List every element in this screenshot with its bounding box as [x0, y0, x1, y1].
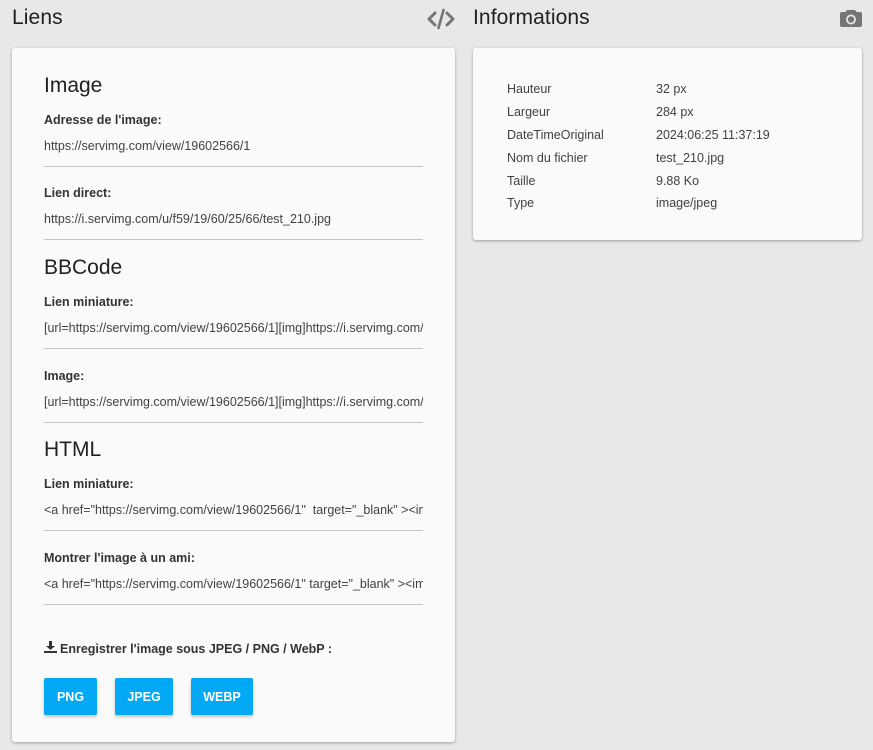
bbcode-thumbnail-label: Lien miniature: [44, 295, 134, 309]
info-row: Type image/jpeg [507, 192, 770, 215]
info-key: Nom du fichier [507, 150, 588, 165]
bbcode-image-label: Image: [44, 369, 85, 383]
download-icon [44, 641, 57, 656]
info-value: 284 px [656, 105, 694, 120]
direct-link-label: Lien direct: [44, 186, 112, 200]
info-row: Nom du fichier test_210.jpg [507, 146, 770, 169]
html-share-field[interactable] [44, 575, 423, 605]
info-table: Hauteur 32 px Largeur 284 px DateTimeOri… [507, 78, 770, 215]
info-card: Hauteur 32 px Largeur 284 px DateTimeOri… [473, 48, 862, 240]
section-title-bbcode: BBCode [44, 256, 123, 279]
info-panel: Informations Hauteur 32 px Largeur 284 p… [473, 0, 862, 240]
info-row: Hauteur 32 px [507, 78, 770, 101]
links-panel-header: Liens [12, 0, 455, 48]
info-value: 32 px [656, 82, 687, 97]
info-key: DateTimeOriginal [507, 127, 604, 142]
section-title-html: HTML [44, 438, 102, 461]
bbcode-thumbnail-field[interactable] [44, 319, 423, 349]
info-row: Largeur 284 px [507, 101, 770, 124]
format-buttons: PNG JPEG WEBP [44, 678, 253, 715]
section-title-image: Image [44, 74, 103, 97]
camera-icon[interactable] [840, 8, 862, 33]
info-value: test_210.jpg [656, 150, 725, 165]
info-key: Hauteur [507, 82, 552, 97]
png-button[interactable]: PNG [44, 678, 97, 715]
webp-button[interactable]: WEBP [191, 678, 253, 715]
image-address-field[interactable] [44, 137, 423, 167]
info-value: 9.88 Ko [656, 173, 700, 188]
info-panel-header: Informations [473, 0, 862, 48]
links-panel-title: Liens [12, 6, 63, 29]
direct-link-field[interactable] [44, 210, 423, 240]
info-value: image/jpeg [656, 196, 718, 211]
code-icon[interactable] [427, 8, 455, 35]
info-row: DateTimeOriginal 2024:06:25 11:37:19 [507, 124, 770, 147]
links-card: Image Adresse de l'image: Lien direct: B… [12, 48, 455, 742]
html-share-label: Montrer l'image à un ami: [44, 551, 195, 565]
links-panel: Liens Image Adresse de l'image: Lien dir… [12, 0, 455, 742]
image-address-label: Adresse de l'image: [44, 113, 162, 127]
html-thumbnail-label: Lien miniature: [44, 477, 134, 491]
save-as-text: Enregistrer l'image sous JPEG / PNG / We… [60, 641, 333, 656]
info-panel-title: Informations [473, 6, 590, 29]
info-row: Taille 9.88 Ko [507, 169, 770, 192]
info-key: Taille [507, 173, 536, 188]
html-thumbnail-field[interactable] [44, 501, 423, 531]
info-key: Largeur [507, 105, 551, 120]
jpeg-button[interactable]: JPEG [115, 678, 173, 715]
info-value: 2024:06:25 11:37:19 [656, 127, 770, 142]
bbcode-image-field[interactable] [44, 393, 423, 423]
save-as-label: Enregistrer l'image sous JPEG / PNG / We… [44, 641, 332, 656]
info-key: Type [507, 196, 535, 211]
